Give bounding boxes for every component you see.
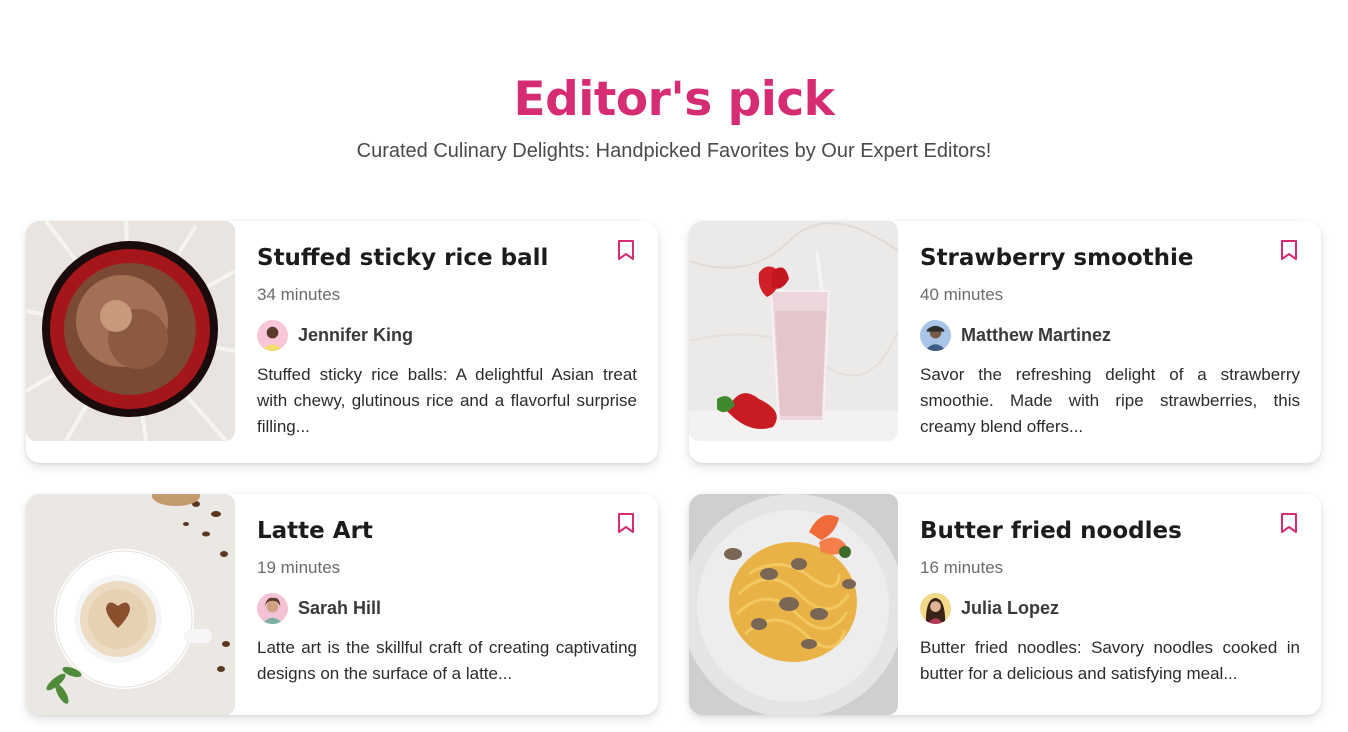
recipe-time: 16 minutes [920, 558, 1004, 577]
recipe-card[interactable]: Stuffed sticky rice ball 34 minutes Jenn… [26, 221, 658, 463]
recipe-image[interactable] [26, 221, 235, 441]
recipe-title[interactable]: Strawberry smoothie [920, 245, 1194, 271]
bookmark-icon[interactable] [616, 512, 636, 534]
recipe-title[interactable]: Latte Art [257, 518, 373, 544]
section-title: Editor's pick [513, 72, 835, 127]
recipe-time: 19 minutes [257, 558, 341, 577]
author-name: Sarah Hill [298, 597, 382, 618]
recipe-time: 34 minutes [257, 285, 341, 304]
recipe-title[interactable]: Butter fried noodles [920, 518, 1182, 544]
author-avatar [920, 319, 951, 351]
recipe-author[interactable]: Jennifer King [257, 319, 413, 351]
recipe-description: Latte art is the skillful craft of creat… [257, 638, 637, 683]
author-name: Julia Lopez [961, 597, 1060, 618]
author-avatar [920, 592, 951, 624]
bookmark-icon[interactable] [1279, 239, 1299, 261]
recipe-card[interactable]: Butter fried noodles 16 minutes Julia Lo… [689, 494, 1321, 715]
author-avatar [257, 592, 288, 624]
recipe-image[interactable] [26, 494, 235, 715]
recipe-author[interactable]: Julia Lopez [920, 592, 1059, 624]
recipe-card[interactable]: Strawberry smoothie 40 minutes Matthew M… [689, 221, 1321, 463]
author-avatar [257, 319, 288, 351]
bookmark-icon[interactable] [616, 239, 636, 261]
author-name: Matthew Martinez [961, 324, 1112, 345]
recipe-description: Savor the refreshing delight of a strawb… [920, 365, 1300, 436]
recipe-image[interactable] [689, 221, 898, 441]
recipe-author[interactable]: Sarah Hill [257, 592, 381, 624]
recipe-description: Stuffed sticky rice balls: A delightful … [257, 365, 637, 436]
author-name: Jennifer King [298, 324, 414, 345]
recipe-image[interactable] [689, 494, 898, 715]
recipe-description: Butter fried noodles: Savory noodles coo… [920, 638, 1300, 683]
recipe-author[interactable]: Matthew Martinez [920, 319, 1111, 351]
section-subtitle: Curated Culinary Delights: Handpicked Fa… [356, 140, 992, 162]
recipe-time: 40 minutes [920, 285, 1004, 304]
recipe-title[interactable]: Stuffed sticky rice ball [257, 245, 548, 271]
bookmark-icon[interactable] [1279, 512, 1299, 534]
recipe-card[interactable]: Latte Art 19 minutes Sarah Hill Latte ar… [26, 494, 658, 715]
